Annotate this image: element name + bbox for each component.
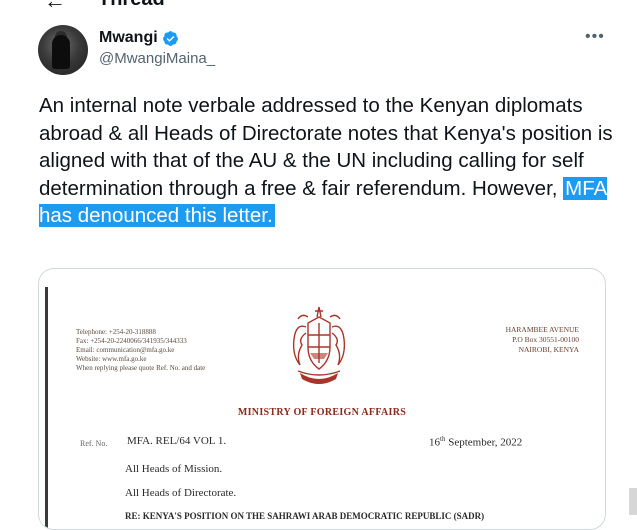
subject-line: RE: KENYA'S POSITION ON THE SAHRAWI ARAB… (125, 511, 485, 521)
ref-label: Ref. No. (80, 439, 108, 448)
tweet-text-plain: An internal note verbale addressed to th… (39, 94, 613, 200)
contact-line: Fax: +254-20-2240066/341935/344333 (76, 337, 187, 345)
date-rest: September, 2022 (445, 436, 523, 449)
author-name-row[interactable]: Mwangi (99, 29, 179, 47)
contact-line: Email: communication@mfa.go.ke (76, 346, 175, 354)
coat-of-arms-emblem (292, 306, 346, 384)
verified-badge-icon (162, 30, 178, 46)
contact-block: Telephone: +254-20-318888 Fax: +254-20-2… (76, 328, 205, 373)
letter-document: Telephone: +254-20-318888 Fax: +254-20-2… (39, 269, 605, 529)
avatar-figure (52, 35, 70, 69)
tweet-text: An internal note verbale addressed to th… (39, 92, 619, 230)
address-block: HARAMBEE AVENUE P.O Box 30551-00100 NAIR… (469, 325, 579, 355)
address-line: P.O Box 30551-00100 (512, 335, 579, 344)
address-line: NAIROBI, KENYA (518, 345, 579, 354)
contact-line: Telephone: +254-20-318888 (76, 328, 156, 336)
date-day: 16 (429, 436, 440, 449)
recipient-line: All Heads of Directorate. (125, 487, 237, 499)
letter-date: 16th September, 2022 (429, 435, 522, 449)
recipient-line: All Heads of Mission. (125, 463, 223, 475)
tweet-media-image[interactable]: Telephone: +254-20-318888 Fax: +254-20-2… (38, 268, 606, 530)
ministry-heading: MINISTRY OF FOREIGN AFFAIRS (237, 407, 407, 418)
thread-header: ← Thread (0, 0, 637, 12)
ref-number: MFA. REL/64 VOL 1. (127, 435, 227, 447)
contact-line: When replying please quote Ref. No. and … (76, 364, 206, 372)
contact-line: Website: www.mfa.go.ke (76, 355, 147, 363)
author-handle[interactable]: @MwangiMaina_ (99, 50, 215, 67)
thread-title: Thread (98, 0, 165, 11)
address-line: HARAMBEE AVENUE (505, 325, 579, 334)
author-name[interactable]: Mwangi (99, 29, 158, 47)
more-options-icon[interactable]: ••• (585, 28, 605, 46)
scrollbar-thumb[interactable] (629, 488, 637, 515)
back-arrow-icon[interactable]: ← (44, 0, 66, 12)
avatar[interactable] (38, 25, 88, 75)
